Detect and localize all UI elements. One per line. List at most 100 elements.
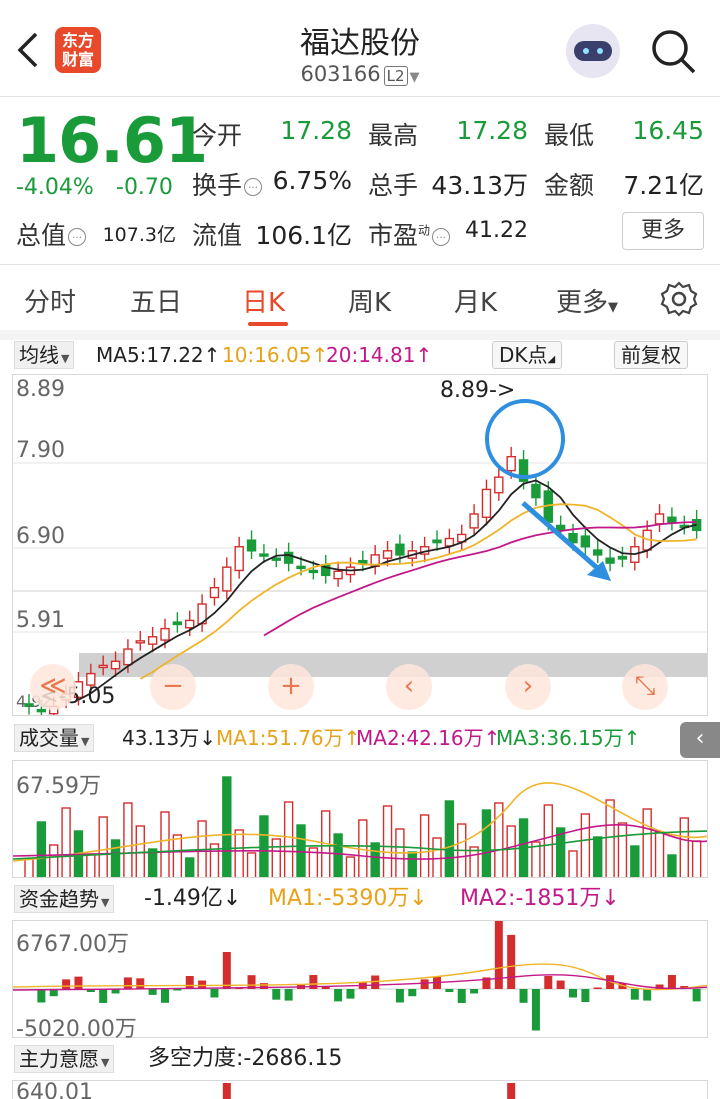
ma20-line bbox=[263, 521, 697, 637]
volume-bar bbox=[580, 813, 591, 877]
fund-bar bbox=[556, 980, 565, 989]
kline-indicator-bar: 均线 ▼ MA5:17.22↑ 10:16.05↑ 20:14.81↑ DK点◢ … bbox=[0, 337, 720, 371]
ma-selector[interactable]: 均线 ▼ bbox=[14, 341, 75, 369]
volume-bar bbox=[407, 851, 417, 877]
candle-body bbox=[580, 535, 591, 548]
volume-bar bbox=[630, 845, 640, 877]
main-force-selector[interactable]: 主力意愿 ▼ bbox=[14, 1045, 115, 1073]
open-value: 17.28 bbox=[280, 116, 352, 145]
fund-bar bbox=[148, 989, 157, 995]
volume-bar bbox=[506, 825, 516, 877]
move-right-button[interactable]: › bbox=[505, 664, 551, 710]
trend-arrow-line bbox=[521, 501, 605, 575]
fund-bar bbox=[99, 989, 108, 1003]
fund-bar bbox=[507, 934, 516, 989]
info-icon[interactable]: … bbox=[68, 228, 87, 246]
pe-label: 市盈动… bbox=[368, 216, 451, 252]
volume-label: 总手 bbox=[368, 171, 419, 200]
info-icon[interactable]: … bbox=[432, 228, 451, 246]
volume-ma2: MA2:42.16万↑ bbox=[356, 726, 501, 750]
candle-body bbox=[667, 516, 677, 523]
volume-bar bbox=[110, 839, 121, 877]
chart-tabs: 分时 五日 日K 周K 月K 更多▼ bbox=[0, 268, 720, 330]
volume-value: 43.13万 bbox=[431, 171, 528, 200]
info-icon[interactable]: … bbox=[244, 178, 263, 196]
zoom-in-button[interactable]: + bbox=[268, 664, 314, 710]
candle-body bbox=[123, 648, 133, 666]
candle-body bbox=[160, 627, 170, 641]
zoom-out-button[interactable]: − bbox=[150, 664, 196, 710]
search-icon[interactable] bbox=[648, 26, 698, 76]
dk-point-button[interactable]: DK点◢ bbox=[492, 341, 563, 369]
fund-value: -1.49亿↓ bbox=[144, 886, 242, 911]
candle-body bbox=[605, 557, 615, 564]
candle-body bbox=[531, 483, 541, 499]
dropdown-icon: ▼ bbox=[61, 352, 70, 365]
volume-bar bbox=[36, 821, 47, 877]
volume-value: 43.13万↓ bbox=[122, 726, 217, 750]
volume-bar bbox=[605, 799, 615, 877]
dropdown-icon: ▼ bbox=[409, 70, 420, 85]
fund-bar bbox=[519, 989, 528, 1003]
open-label: 今开 bbox=[192, 121, 243, 150]
dropdown-icon: ▼ bbox=[101, 1056, 110, 1069]
candle-body bbox=[593, 549, 603, 556]
fund-bar bbox=[62, 979, 71, 989]
volume-bar bbox=[345, 856, 356, 877]
fund-bar bbox=[123, 977, 132, 989]
volume-bar bbox=[444, 800, 455, 877]
tab-intraday[interactable]: 分时 bbox=[24, 282, 76, 319]
volume-bar bbox=[185, 857, 195, 877]
candle-body bbox=[382, 550, 393, 559]
fund-bar bbox=[593, 987, 602, 989]
fund-bar bbox=[284, 989, 293, 1001]
candle-body bbox=[271, 557, 281, 561]
candle-body bbox=[358, 559, 368, 564]
fund-bar bbox=[569, 989, 577, 998]
candle-body bbox=[469, 513, 479, 529]
ma10-value: 10:16.05↑ bbox=[222, 343, 329, 367]
tab-more[interactable]: 更多▼ bbox=[556, 282, 618, 319]
main-force-chart[interactable] bbox=[12, 1080, 708, 1099]
candle-body bbox=[296, 565, 306, 570]
tab-monthly-k[interactable]: 月K bbox=[454, 282, 497, 319]
kline-y-label: 6.90 bbox=[16, 524, 65, 549]
fund-bar bbox=[395, 989, 404, 1003]
fund-bar bbox=[420, 979, 429, 989]
volume-bar bbox=[667, 854, 677, 877]
fund-bar bbox=[544, 975, 553, 989]
main-force-y-label: 640.01 bbox=[16, 1080, 93, 1099]
amount-label: 金额 bbox=[544, 171, 595, 200]
assistant-robot-icon[interactable] bbox=[566, 24, 620, 78]
rewind-button[interactable]: ≪ bbox=[30, 664, 76, 710]
fund-y-label: 6767.00万 bbox=[16, 932, 129, 957]
kline-chart[interactable] bbox=[12, 374, 708, 716]
candle-body bbox=[98, 664, 108, 669]
fullscreen-button[interactable]: ⤡ bbox=[622, 664, 668, 710]
pe-value: 41.22 bbox=[465, 218, 528, 243]
more-button[interactable]: 更多 bbox=[622, 212, 704, 250]
move-left-button[interactable]: ‹ bbox=[386, 664, 432, 710]
high-annotation: 8.89-> bbox=[440, 378, 516, 403]
tab-daily-k[interactable]: 日K bbox=[242, 282, 285, 319]
collapse-panel-icon[interactable]: ‹ bbox=[680, 722, 720, 758]
candle-body bbox=[246, 539, 257, 552]
volume-chart[interactable] bbox=[12, 760, 708, 878]
mktcap-value: 107.3亿 bbox=[102, 224, 176, 246]
volume-canvas bbox=[13, 776, 707, 877]
float-value: 106.1亿 bbox=[255, 221, 352, 250]
candle-body bbox=[222, 566, 232, 592]
volume-selector[interactable]: 成交量 ▼ bbox=[14, 724, 95, 752]
candle-body bbox=[209, 586, 220, 599]
adjust-mode-button[interactable]: 前复权 bbox=[614, 341, 688, 369]
volume-bar bbox=[160, 811, 170, 877]
gear-icon[interactable] bbox=[660, 280, 698, 318]
candle-body bbox=[135, 640, 145, 644]
fund-selector[interactable]: 资金趋势 ▼ bbox=[14, 885, 115, 913]
high-value: 17.28 bbox=[456, 116, 528, 145]
candle-body bbox=[654, 513, 665, 525]
tab-five-day[interactable]: 五日 bbox=[130, 282, 182, 319]
volume-bar bbox=[333, 833, 343, 877]
candle-body bbox=[333, 570, 343, 580]
tab-weekly-k[interactable]: 周K bbox=[348, 282, 391, 319]
